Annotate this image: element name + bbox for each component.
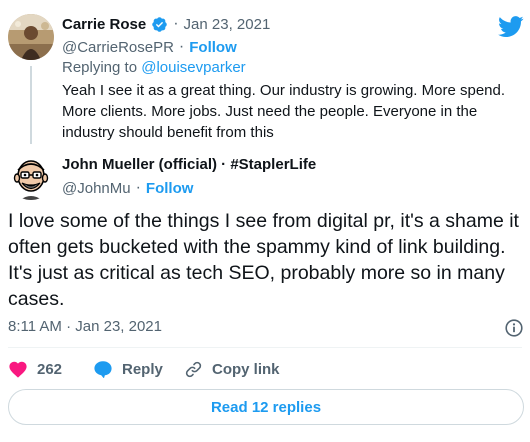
thread-line [30, 66, 32, 144]
replying-label: Replying to [62, 59, 138, 76]
separator-dot: · [135, 179, 141, 196]
verified-badge-icon [151, 16, 168, 33]
divider [8, 347, 522, 348]
like-count: 262 [37, 360, 63, 378]
copy-link-label: Copy link [212, 361, 280, 378]
separator-dot: · [173, 15, 179, 32]
link-icon [184, 360, 203, 379]
reply-tweet-text: Yeah I see it as a great thing. Our indu… [62, 82, 506, 141]
tweet-date[interactable]: Jan 23, 2021 [184, 16, 271, 33]
reply-button[interactable]: Reply [93, 360, 163, 378]
follow-button[interactable]: Follow [146, 180, 194, 197]
author-name[interactable]: Carrie Rose [62, 16, 146, 33]
follow-button[interactable]: Follow [189, 39, 237, 56]
author-handle[interactable]: @JohnMu [62, 180, 131, 197]
heart-icon [8, 360, 28, 378]
avatar[interactable] [8, 14, 54, 60]
separator-dot: · [178, 38, 185, 55]
replying-handle[interactable]: @louisevparker [141, 59, 245, 76]
twitter-bird-icon[interactable] [498, 16, 524, 38]
read-replies-button[interactable]: Read 12 replies [8, 389, 524, 425]
main-tweet-text: I love some of the things I see from dig… [8, 210, 519, 310]
replying-to: Replying to @louisevparker [62, 59, 246, 76]
author-name[interactable]: John Mueller (official) · #StaplerLife [62, 156, 316, 173]
author-handle[interactable]: @CarrieRosePR [62, 39, 174, 56]
copy-link-button[interactable]: Copy link [184, 360, 280, 379]
read-replies-label: Read 12 replies [210, 398, 322, 416]
info-icon[interactable] [505, 319, 523, 337]
like-button[interactable]: 262 [8, 360, 62, 378]
reply-bubble-icon [93, 360, 113, 378]
tweet-timestamp[interactable]: 8:11 AM · Jan 23, 2021 [8, 318, 162, 335]
avatar[interactable] [8, 154, 54, 200]
reply-label: Reply [122, 360, 163, 378]
